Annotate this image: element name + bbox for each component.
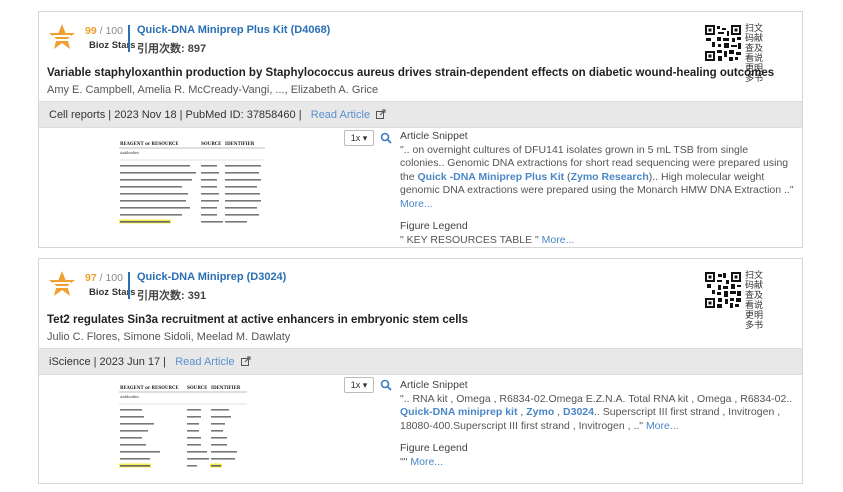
snippet-more-link[interactable]: More... [400,198,433,210]
article-title[interactable]: Tet2 regulates Sin3a recruitment at acti… [47,314,468,326]
search-icon[interactable] [380,132,392,144]
zoom-select[interactable]: 1x ▾ [344,130,374,146]
meta-text: Cell reports | 2023 Nov 18 | PubMed ID: … [49,109,302,121]
thumb-header-source: SOURCE [187,385,207,390]
article-authors: Amy E. Campbell, Amelia R. McCready-Vang… [47,84,379,96]
bioz-star-icon [49,24,75,49]
legend-more-link[interactable]: More... [410,456,443,468]
article-title[interactable]: Variable staphyloxanthin production by S… [47,67,774,79]
snippet-text: ".. RNA kit , Omega , R6834-02.Omega E.Z… [400,392,793,432]
citation-count: 引用次数: 897 [137,43,207,55]
product-name[interactable]: Quick-DNA Miniprep (D3024) [137,271,286,283]
header-divider [128,272,130,299]
snippet-text: ".. on overnight cultures of DFU141 isol… [400,143,794,210]
article-snippet: Article Snippet ".. RNA kit , Omega , R6… [400,379,795,469]
figure-legend-text: " KEY RESOURCES TABLE " More... [400,233,575,246]
thumb-header-reagent: REAGENT or RESOURCE [120,141,179,146]
thumb-header-source: SOURCE [201,141,221,146]
thumb-header-identifier: IDENTIFIER [225,141,255,146]
header-divider [128,25,130,52]
snippet-label: Article Snippet [400,130,468,142]
article-meta-bar: iScience | 2023 Jun 17 | Read Article [39,348,802,375]
external-link-icon [240,356,251,366]
figure-thumbnail[interactable]: REAGENT or RESOURCE SOURCE IDENTIFIER An… [117,138,267,233]
thumb-subheading: Antibodies [119,395,139,399]
thumb-subheading: Antibodies [119,151,139,155]
product-name[interactable]: Quick-DNA Miniprep Plus Kit (D4068) [137,24,330,36]
result-card-2: 97 / 100 Bioz Stars Quick-DNA Miniprep (… [38,258,803,484]
read-article-link[interactable]: Read Article [305,109,387,121]
snippet-more-link[interactable]: More... [646,420,679,432]
result-card-1: 99 / 100 Bioz Stars Quick-DNA Miniprep P… [38,11,803,248]
citation-count: 引用次数: 391 [137,290,207,302]
article-meta: Cell reports | 2023 Nov 18 | PubMed ID: … [49,109,386,121]
figure-legend-text: "" More... [400,455,444,468]
search-icon[interactable] [380,379,392,391]
article-snippet: Article Snippet ".. on overnight culture… [400,130,795,247]
article-meta-bar: Cell reports | 2023 Nov 18 | PubMed ID: … [39,101,802,128]
zoom-select[interactable]: 1x ▾ [344,377,374,393]
snippet-label: Article Snippet [400,379,468,391]
figure-legend-label: Figure Legend [400,220,468,232]
external-link-icon [376,109,386,119]
article-meta: iScience | 2023 Jun 17 | Read Article [49,356,251,368]
bioz-star-icon [49,271,75,296]
thumb-header-identifier: IDENTIFIER [211,385,241,390]
legend-more-link[interactable]: More... [542,234,575,246]
qr-code-icon [704,24,742,62]
read-article-link[interactable]: Read Article [169,356,251,368]
thumb-header-reagent: REAGENT or RESOURCE [120,385,179,390]
bioz-score: 97 / 100 [85,272,123,284]
qr-caption: 扫文码献查及看说更明多书 [745,271,764,331]
figure-legend-label: Figure Legend [400,442,468,454]
article-authors: Julio C. Flores, Simone Sidoli, Meelad M… [47,331,291,343]
qr-code-icon [704,271,742,309]
meta-text: iScience | 2023 Jun 17 | [49,356,167,368]
bioz-score: 99 / 100 [85,25,123,37]
figure-thumbnail[interactable]: REAGENT or RESOURCE SOURCE IDENTIFIER An… [117,382,267,477]
